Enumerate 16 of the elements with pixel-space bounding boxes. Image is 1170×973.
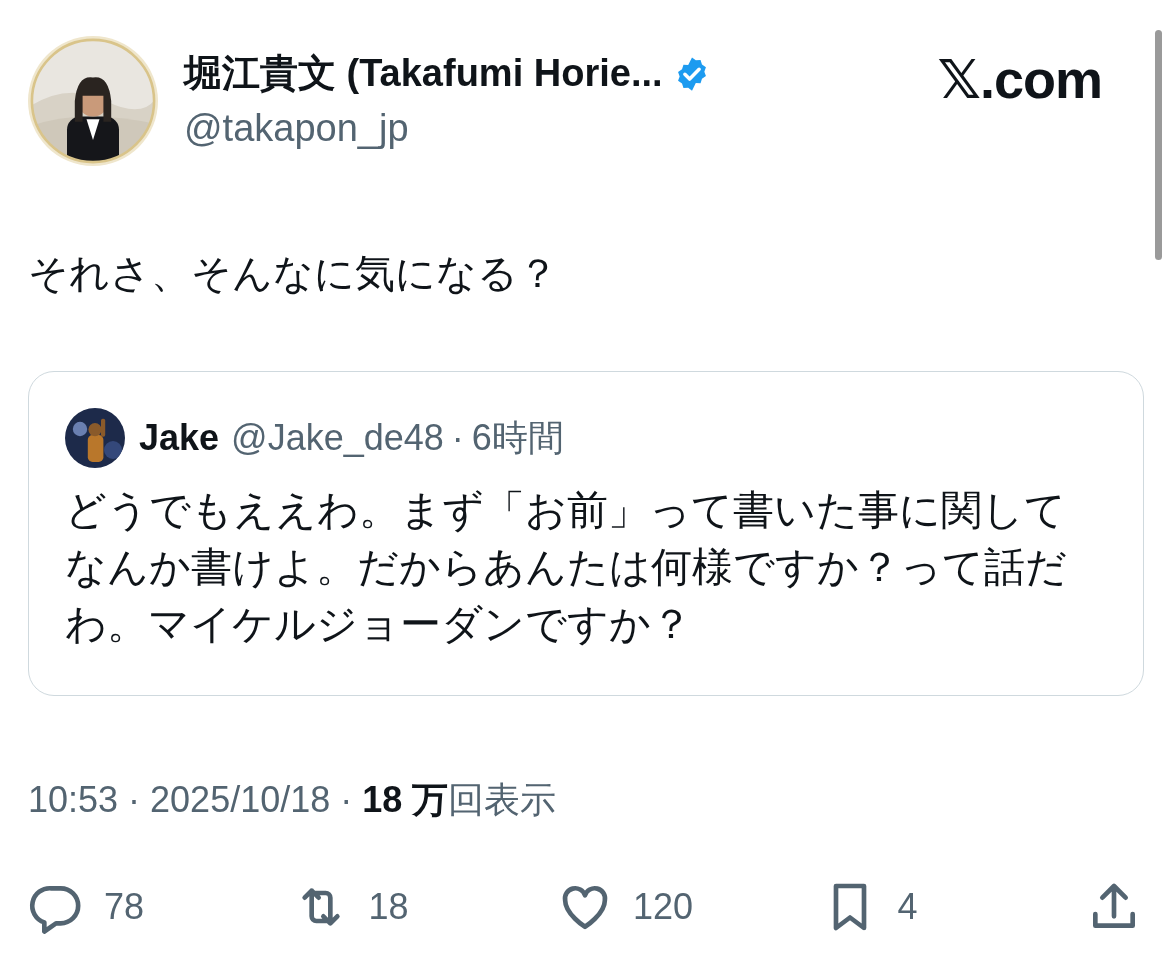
quoted-post-card[interactable]: Jake @Jake_de48 · 6時間 どうでもええわ。まず「お前」って書いた事に関してなんか書けよ。だからあんたは何様ですか？って話だわ。マイケルジョーダンですか？ [28,371,1144,696]
quoted-post-text: どうでもええわ。まず「お前」って書いた事に関してなんか書けよ。だからあんたは何様ですか？って話だわ。マイケルジョーダンですか？ [65,486,1068,649]
action-count: 78 [104,886,145,928]
action-count: 18 [368,886,409,928]
post-meta: 10:53 · 2025/10/18 · 18 万回表示 [28,778,558,822]
action-count: 4 [897,886,918,928]
author-name: 堀江貴文 (Takafumi Horie... [184,51,663,96]
post-text: それさ、そんなに気になる？ [28,250,559,297]
quoted-author-name: Jake [139,417,220,459]
quoted-author-handle: @Jake_de48 [231,417,444,459]
post-time: 6時間 [471,415,564,460]
site-logo: 𝕏.com [937,48,1102,111]
separator-dot: · [451,417,464,459]
scrollbar[interactable] [1155,30,1162,260]
action-count: 120 [633,886,694,928]
author-handle[interactable]: @takapon_jp [184,107,938,150]
